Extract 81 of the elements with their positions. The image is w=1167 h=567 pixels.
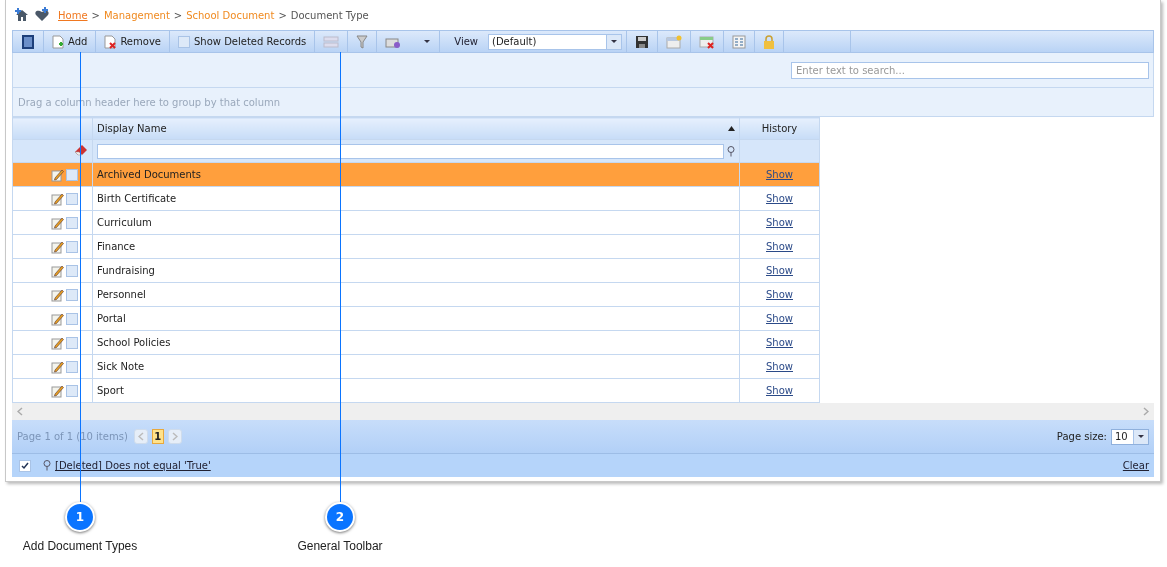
filter-icon[interactable]	[356, 34, 369, 49]
filter-field[interactable]	[97, 143, 724, 159]
edit-icon[interactable]	[51, 263, 64, 278]
row-checkbox[interactable]	[66, 288, 78, 301]
show-history-link[interactable]: Show	[766, 265, 793, 276]
dropdown-arrow-icon	[610, 39, 618, 44]
filter-enable-checkbox[interactable]	[19, 459, 31, 472]
show-history-link[interactable]: Show	[766, 361, 793, 372]
filter-icon	[43, 460, 51, 471]
breadcrumb-separator: >	[173, 9, 183, 21]
scroll-right-icon[interactable]	[1143, 407, 1149, 416]
save-icon[interactable]	[635, 34, 649, 49]
callout-label: General Toolbar	[297, 539, 383, 553]
breadcrumb-separator: >	[91, 9, 100, 21]
chevron-left-icon	[137, 432, 144, 441]
row-checkbox[interactable]	[66, 216, 78, 229]
add-document-icon	[52, 34, 64, 49]
row-checkbox[interactable]	[66, 192, 78, 205]
show-history-link[interactable]: Show	[766, 289, 793, 300]
edit-icon[interactable]	[51, 239, 64, 254]
show-history-link[interactable]: Show	[766, 313, 793, 324]
table-cell: Personnel	[92, 282, 740, 307]
table-cell: Fundraising	[92, 258, 740, 283]
scroll-left-icon[interactable]	[17, 407, 23, 416]
edit-icon[interactable]	[51, 383, 64, 398]
show-history-link[interactable]: Show	[766, 337, 793, 348]
heart-icon[interactable]	[34, 7, 50, 23]
row-checkbox[interactable]	[66, 312, 78, 325]
table-cell: School Policies	[92, 330, 740, 355]
page-size-label: Page size:	[1056, 431, 1107, 442]
column-header[interactable]: Display Name	[92, 117, 740, 140]
table-cell: Finance	[92, 234, 740, 259]
clear-filter-link[interactable]: Clear	[1122, 460, 1149, 471]
show-history-link[interactable]: Show	[766, 193, 793, 204]
show-history-link[interactable]: Show	[766, 217, 793, 228]
row-checkbox[interactable]	[66, 168, 78, 181]
delete-view-icon[interactable]	[699, 34, 715, 49]
view-label: View	[454, 36, 478, 47]
edit-icon[interactable]	[51, 167, 64, 182]
edit-icon[interactable]	[51, 287, 64, 302]
show-history-link[interactable]: Show	[766, 385, 793, 396]
chevron-right-icon	[171, 432, 178, 441]
callout-badge: 2	[325, 502, 355, 532]
edit-icon[interactable]	[51, 215, 64, 230]
sort-ascending-icon	[728, 126, 735, 131]
search-field[interactable]: Enter text to search...	[791, 61, 1149, 79]
filter-icon[interactable]	[727, 145, 735, 157]
show-deleted-checkbox[interactable]: Show Deleted Records	[169, 31, 316, 52]
delete-document-icon	[104, 34, 117, 49]
help-icon[interactable]	[21, 33, 35, 50]
dropdown-arrow-icon	[1137, 434, 1145, 439]
callout-label: Add Document Types	[22, 539, 138, 553]
show-history-link[interactable]: Show	[766, 169, 793, 180]
page-size-select[interactable]: 10	[1111, 428, 1149, 445]
view-select[interactable]: (Default)	[488, 33, 622, 50]
row-checkbox[interactable]	[66, 240, 78, 253]
home-icon[interactable]	[14, 7, 30, 23]
edit-icon[interactable]	[51, 359, 64, 374]
table-cell: Sick Note	[92, 354, 740, 379]
add-button[interactable]: Add	[44, 31, 97, 52]
table-cell: Sport	[92, 378, 740, 403]
edit-icon[interactable]	[51, 191, 64, 206]
breadcrumb-separator: >	[278, 9, 287, 21]
table-cell: Portal	[92, 306, 740, 331]
page-number-button[interactable]: 1	[151, 429, 164, 444]
layout-icon[interactable]	[732, 34, 746, 49]
edit-icon[interactable]	[51, 311, 64, 326]
breadcrumb-item: Document Type	[290, 9, 369, 21]
table-cell: Birth Certificate	[92, 186, 740, 211]
column-header[interactable]: History	[739, 117, 820, 140]
row-checkbox[interactable]	[66, 336, 78, 349]
row-checkbox[interactable]	[66, 360, 78, 373]
edit-icon[interactable]	[51, 335, 64, 350]
table-cell: Curriculum	[92, 210, 740, 235]
callout-badge: 1	[65, 502, 95, 532]
row-checkbox[interactable]	[66, 384, 78, 397]
dropdown-arrow-icon[interactable]	[423, 39, 432, 44]
show-history-link[interactable]: Show	[766, 241, 793, 252]
table-cell: Archived Documents	[92, 162, 740, 187]
row-checkbox[interactable]	[66, 264, 78, 277]
remove-button[interactable]: Remove	[96, 31, 170, 52]
